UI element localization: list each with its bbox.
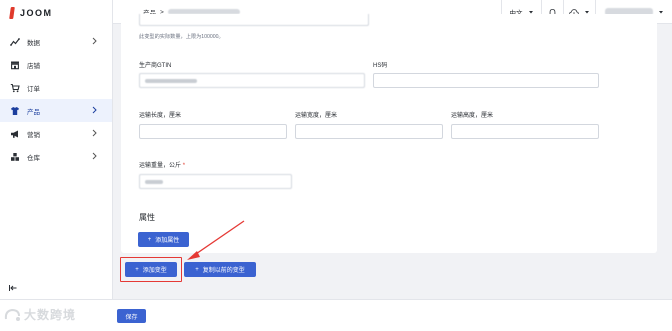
sidebar-item-store[interactable]: 店铺 <box>0 53 112 76</box>
footer-bar: 大数跨境 保存 <box>0 299 672 331</box>
sidebar-item-orders[interactable]: 订单 <box>0 76 112 99</box>
sidebar-nav: 数据 店铺 订单 产品 营销 仓库 <box>0 30 112 168</box>
joom-logo[interactable]: JOOM <box>9 6 53 20</box>
hs-code-label: HS码 <box>373 63 388 69</box>
sidebar-item-label: 数据 <box>27 39 40 47</box>
length-input[interactable] <box>139 124 287 139</box>
sidebar: JOOM 数据 店铺 订单 产品 营销 仓库 <box>0 0 113 299</box>
chevron-right-icon <box>92 106 97 114</box>
sidebar-item-label: 订单 <box>27 85 40 93</box>
weight-label: 运输重量，公斤 * <box>139 160 185 169</box>
megaphone-icon <box>10 129 20 139</box>
plus-icon: + <box>135 266 139 273</box>
sidebar-item-label: 仓库 <box>27 154 40 162</box>
chart-line-icon <box>10 37 20 47</box>
sidebar-item-label: 店铺 <box>27 62 40 70</box>
annotation-arrow-icon <box>187 220 245 260</box>
store-icon <box>10 60 20 70</box>
hs-code-input[interactable] <box>373 73 599 88</box>
plus-icon: + <box>147 236 152 243</box>
sidebar-item-warehouse[interactable]: 仓库 <box>0 145 112 168</box>
sidebar-item-data[interactable]: 数据 <box>0 30 112 53</box>
gtin-input[interactable] <box>139 73 365 88</box>
required-mark: * <box>182 163 186 169</box>
logo-text: JOOM <box>20 8 53 18</box>
collapse-sidebar-icon[interactable] <box>8 283 18 293</box>
shirt-icon <box>10 106 20 116</box>
sidebar-item-label: 产品 <box>27 108 40 116</box>
warehouse-icon <box>10 152 20 162</box>
height-input[interactable] <box>451 124 599 139</box>
sidebar-item-marketing[interactable]: 营销 <box>0 122 112 145</box>
watermark-logo-icon <box>4 308 20 321</box>
quantity-input[interactable] <box>139 14 369 26</box>
width-label: 运输宽度，厘米 <box>295 113 338 119</box>
weight-label-text: 运输重量，公斤 <box>139 163 182 169</box>
watermark-text: 大数跨境 <box>24 308 77 322</box>
chevron-right-icon <box>92 37 97 45</box>
logo-mark <box>9 7 15 19</box>
cart-icon <box>10 83 20 93</box>
main-content: 此变型的实际数量，上限为100000。 生产商GTIN HS码 运输长度，厘米 … <box>113 14 672 299</box>
save-button[interactable]: 保存 <box>117 309 146 323</box>
width-input[interactable] <box>295 124 443 139</box>
length-label: 运输长度，厘米 <box>139 113 182 119</box>
sidebar-item-label: 营销 <box>27 131 40 139</box>
chevron-right-icon <box>92 152 97 160</box>
weight-input[interactable] <box>139 174 292 189</box>
quantity-hint: 此变型的实际数量，上限为100000。 <box>139 34 224 40</box>
add-variant-label: 添加变型 <box>142 268 167 274</box>
caret-down-icon <box>658 11 663 14</box>
gtin-label: 生产商GTIN <box>139 63 172 69</box>
add-variant-button[interactable]: + 添加变型 <box>125 262 177 277</box>
watermark: 大数跨境 <box>4 306 76 323</box>
chevron-right-icon <box>92 129 97 137</box>
height-label: 运输高度，厘米 <box>451 113 494 119</box>
attributes-title: 属性 <box>139 213 155 222</box>
sidebar-item-products[interactable]: 产品 <box>0 99 112 122</box>
